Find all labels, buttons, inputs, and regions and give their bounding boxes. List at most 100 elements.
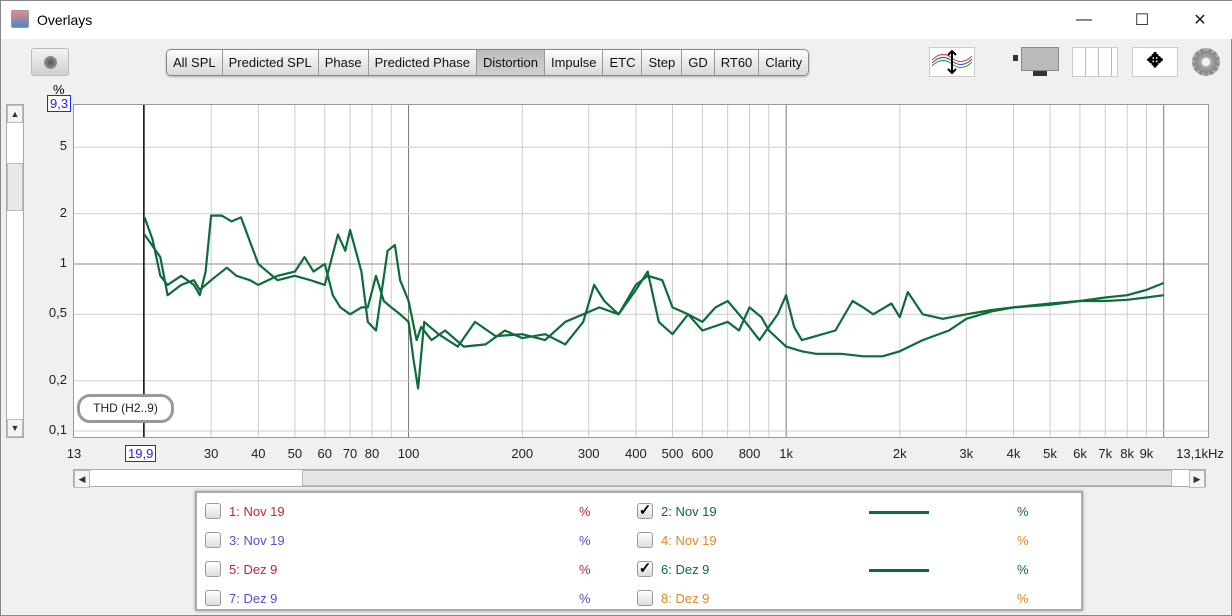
x-tick-label: 7k <box>1098 446 1113 461</box>
legend-checkbox[interactable] <box>205 532 221 548</box>
x-tick-label: 300 <box>577 446 600 461</box>
tab-distortion[interactable]: Distortion <box>477 50 545 75</box>
distortion-chart <box>74 105 1208 437</box>
legend-item: 7: Dez 9 <box>205 588 277 608</box>
legend-label[interactable]: 3: Nov 19 <box>229 533 285 548</box>
y-top-readout[interactable]: 9,3 <box>47 95 72 112</box>
maximize-button[interactable]: ☐ <box>1119 1 1165 39</box>
legend-item: 3: Nov 19 <box>205 530 285 550</box>
x-tick-label: 13 <box>66 446 82 461</box>
tab-phase[interactable]: Phase <box>318 50 369 75</box>
tab-clarity[interactable]: Clarity <box>759 50 809 75</box>
legend-unit: % <box>1017 533 1029 548</box>
x-tick-label: 8k <box>1120 446 1134 461</box>
x-tick-label: 200 <box>511 446 534 461</box>
legend-line-swatch <box>869 569 929 572</box>
legend-checkbox[interactable]: ✓ <box>637 561 653 577</box>
x-tick-label: 40 <box>251 446 266 461</box>
legend-checkbox[interactable] <box>205 561 221 577</box>
series-line <box>143 233 1164 390</box>
measurement-type-label: THD (H2..9) <box>77 394 174 423</box>
x-tick-label: 30 <box>203 446 219 461</box>
legend-checkbox[interactable] <box>637 590 653 606</box>
gear-icon[interactable] <box>1192 48 1220 76</box>
x-tick-label: 500 <box>661 446 684 461</box>
legend-item: 1: Nov 19 <box>205 501 285 521</box>
legend-unit: % <box>579 504 591 519</box>
x-tick-label: 3k <box>959 446 974 461</box>
tab-gd[interactable]: GD <box>682 50 715 75</box>
series-line <box>143 214 1165 348</box>
legend-line-swatch <box>869 511 929 514</box>
x-cursor-readout[interactable]: 19,9 <box>125 445 157 462</box>
legend-unit: % <box>1017 591 1029 606</box>
legend-unit: % <box>579 591 591 606</box>
tab-step[interactable]: Step <box>642 50 683 75</box>
legend-item: ✓ 2: Nov 19 <box>637 501 717 521</box>
legend-item: 4: Nov 19 <box>637 530 717 550</box>
legend-checkbox[interactable] <box>205 503 221 519</box>
graph-type-tabs: All SPL Predicted SPL Phase Predicted Ph… <box>166 49 810 76</box>
java-app-icon <box>11 10 29 28</box>
legend-label[interactable]: 2: Nov 19 <box>661 504 717 519</box>
vertical-scrollbar[interactable]: ▲ ▼ <box>6 104 24 438</box>
x-tick-label: 60 <box>317 446 333 461</box>
tab-rt60[interactable]: RT60 <box>714 50 760 75</box>
x-tick-label: 800 <box>738 446 761 461</box>
horizontal-scroll-thumb[interactable] <box>302 470 1172 486</box>
x-tick-label: 600 <box>691 446 714 461</box>
legend-label[interactable]: 1: Nov 19 <box>229 504 285 519</box>
camera-icon[interactable] <box>31 48 69 76</box>
legend-unit: % <box>579 533 591 548</box>
plot-area[interactable] <box>73 104 1209 438</box>
trace-arrange-icon[interactable] <box>929 47 975 77</box>
close-button[interactable]: ✕ <box>1177 1 1223 39</box>
legend-label[interactable]: 5: Dez 9 <box>229 562 277 577</box>
legend-checkbox[interactable] <box>205 590 221 606</box>
y-tick-label: 0,2 <box>48 371 67 387</box>
x-tick-label: 2k <box>892 446 907 461</box>
legend-unit: % <box>579 562 591 577</box>
scroll-left-button[interactable]: ◀ <box>74 470 90 488</box>
y-tick-label: 0,1 <box>48 422 67 437</box>
scroll-right-button[interactable]: ▶ <box>1189 470 1205 488</box>
tab-all-spl[interactable]: All SPL <box>167 50 223 75</box>
tab-etc[interactable]: ETC <box>603 50 643 75</box>
x-tick-label: 5k <box>1043 446 1057 461</box>
x-tick-label: 9k <box>1139 446 1154 461</box>
minimize-button[interactable]: — <box>1061 1 1107 39</box>
tab-predicted-spl[interactable]: Predicted SPL <box>222 50 319 75</box>
x-tick-label: 13,1kHz <box>1176 446 1224 461</box>
x-tick-label: 50 <box>287 446 303 461</box>
legend-label[interactable]: 8: Dez 9 <box>661 591 709 606</box>
legend-label[interactable]: 7: Dez 9 <box>229 591 277 606</box>
x-tick-label: 80 <box>364 446 380 461</box>
graph-limits-icon[interactable] <box>1011 47 1061 77</box>
fit-view-arrows-icon[interactable]: ✥ <box>1132 47 1178 77</box>
legend-unit: % <box>1017 562 1029 577</box>
scroll-down-button[interactable]: ▼ <box>7 419 23 437</box>
legend-checkbox[interactable] <box>637 532 653 548</box>
legend-checkbox[interactable]: ✓ <box>637 503 653 519</box>
y-tick-label: 0,5 <box>48 305 67 321</box>
tab-predicted-phase[interactable]: Predicted Phase <box>368 50 478 75</box>
x-tick-label: 400 <box>625 446 647 461</box>
grid-lines-icon[interactable] <box>1072 47 1118 77</box>
legend-item: 5: Dez 9 <box>205 559 277 579</box>
legend-item: ✓ 6: Dez 9 <box>637 559 709 579</box>
legend-panel: 1: Nov 19% ✓ 2: Nov 19% 3: Nov 19% 4: Nov 19… <box>195 491 1083 611</box>
legend-label[interactable]: 4: Nov 19 <box>661 533 717 548</box>
scroll-up-button[interactable]: ▲ <box>7 105 23 123</box>
window-title: Overlays <box>37 12 93 28</box>
x-tick-label: 70 <box>342 446 358 461</box>
title-bar: Overlays — ☐ ✕ <box>1 1 1232 39</box>
x-tick-label: 100 <box>397 446 420 461</box>
vertical-scroll-thumb[interactable] <box>7 163 23 211</box>
horizontal-scrollbar[interactable]: ◀ ▶ <box>73 469 1206 488</box>
y-tick-label: 5 <box>59 138 67 154</box>
tab-impulse[interactable]: Impulse <box>544 50 604 75</box>
legend-unit: % <box>1017 504 1029 519</box>
x-tick-label: 1k <box>779 446 793 461</box>
y-tick-label: 2 <box>59 204 67 220</box>
legend-label[interactable]: 6: Dez 9 <box>661 562 709 577</box>
